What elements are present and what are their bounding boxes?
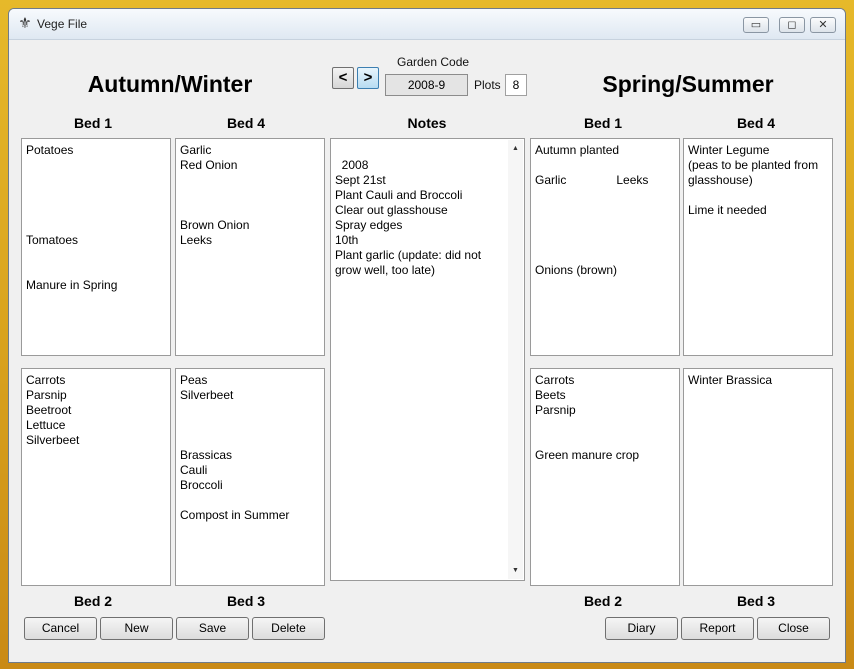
ss-bed3-textarea[interactable]: Winter Brassica bbox=[683, 368, 833, 586]
delete-button[interactable]: Delete bbox=[252, 617, 325, 640]
ss-bed4-label: Bed 4 bbox=[736, 115, 776, 131]
scroll-up-icon[interactable]: ▲ bbox=[508, 141, 523, 156]
aw-bed3-textarea[interactable]: Peas Silverbeet Brassicas Cauli Broccoli… bbox=[175, 368, 325, 586]
close-icon: ✕ bbox=[818, 19, 828, 31]
notes-label: Notes bbox=[407, 115, 447, 131]
notes-textarea[interactable]: 2008 Sept 21st Plant Cauli and Broccoli … bbox=[330, 138, 525, 581]
new-button[interactable]: New bbox=[100, 617, 173, 640]
ss-bed3-label: Bed 3 bbox=[736, 593, 776, 609]
fleur-de-lis-icon: ⚜ bbox=[18, 15, 32, 32]
notes-text: 2008 Sept 21st Plant Cauli and Broccoli … bbox=[335, 158, 482, 277]
aw-bed1-textarea[interactable]: Potatoes Tomatoes Manure in Spring bbox=[21, 138, 171, 356]
minimize-icon: ▭ bbox=[750, 19, 762, 31]
garden-code-field[interactable]: 2008-9 bbox=[385, 74, 468, 96]
ss-bed4-textarea[interactable]: Winter Legume (peas to be planted from g… bbox=[683, 138, 833, 356]
next-button[interactable]: > bbox=[357, 67, 379, 89]
title-bar[interactable]: ⚜ Vege File ▭ ◻ ✕ bbox=[9, 9, 845, 40]
aw-bed3-label: Bed 3 bbox=[226, 593, 266, 609]
ss-bed2-textarea[interactable]: Carrots Beets Parsnip Green manure crop bbox=[530, 368, 680, 586]
chevron-left-icon: < bbox=[338, 69, 348, 86]
plots-field[interactable]: 8 bbox=[505, 74, 527, 96]
window-title: Vege File bbox=[37, 17, 88, 31]
notes-scrollbar[interactable]: ▲ ▼ bbox=[508, 140, 523, 579]
maximize-button[interactable]: ◻ bbox=[779, 17, 805, 33]
aw-bed2-label: Bed 2 bbox=[73, 593, 113, 609]
close-window-button[interactable]: ✕ bbox=[810, 17, 836, 33]
report-button[interactable]: Report bbox=[681, 617, 754, 640]
aw-bed4-label: Bed 4 bbox=[226, 115, 266, 131]
ss-bed2-label: Bed 2 bbox=[583, 593, 623, 609]
minimize-button[interactable]: ▭ bbox=[743, 17, 769, 33]
garden-code-label: Garden Code bbox=[397, 55, 470, 69]
autumn-winter-heading: Autumn/Winter bbox=[87, 71, 253, 97]
plots-label: Plots bbox=[474, 78, 501, 92]
aw-bed4-textarea[interactable]: Garlic Red Onion Brown Onion Leeks bbox=[175, 138, 325, 356]
save-button[interactable]: Save bbox=[176, 617, 249, 640]
previous-button[interactable]: < bbox=[332, 67, 354, 89]
maximize-icon: ◻ bbox=[787, 19, 797, 31]
aw-bed1-label: Bed 1 bbox=[73, 115, 113, 131]
close-button[interactable]: Close bbox=[757, 617, 830, 640]
chevron-right-icon: > bbox=[363, 69, 373, 86]
ss-bed1-label: Bed 1 bbox=[583, 115, 623, 131]
spring-summer-heading: Spring/Summer bbox=[602, 71, 774, 97]
ss-bed1-textarea[interactable]: Autumn planted Garlic Leeks Onions (brow… bbox=[530, 138, 680, 356]
cancel-button[interactable]: Cancel bbox=[24, 617, 97, 640]
scroll-down-icon[interactable]: ▼ bbox=[508, 563, 523, 578]
diary-button[interactable]: Diary bbox=[605, 617, 678, 640]
aw-bed2-textarea[interactable]: Carrots Parsnip Beetroot Lettuce Silverb… bbox=[21, 368, 171, 586]
